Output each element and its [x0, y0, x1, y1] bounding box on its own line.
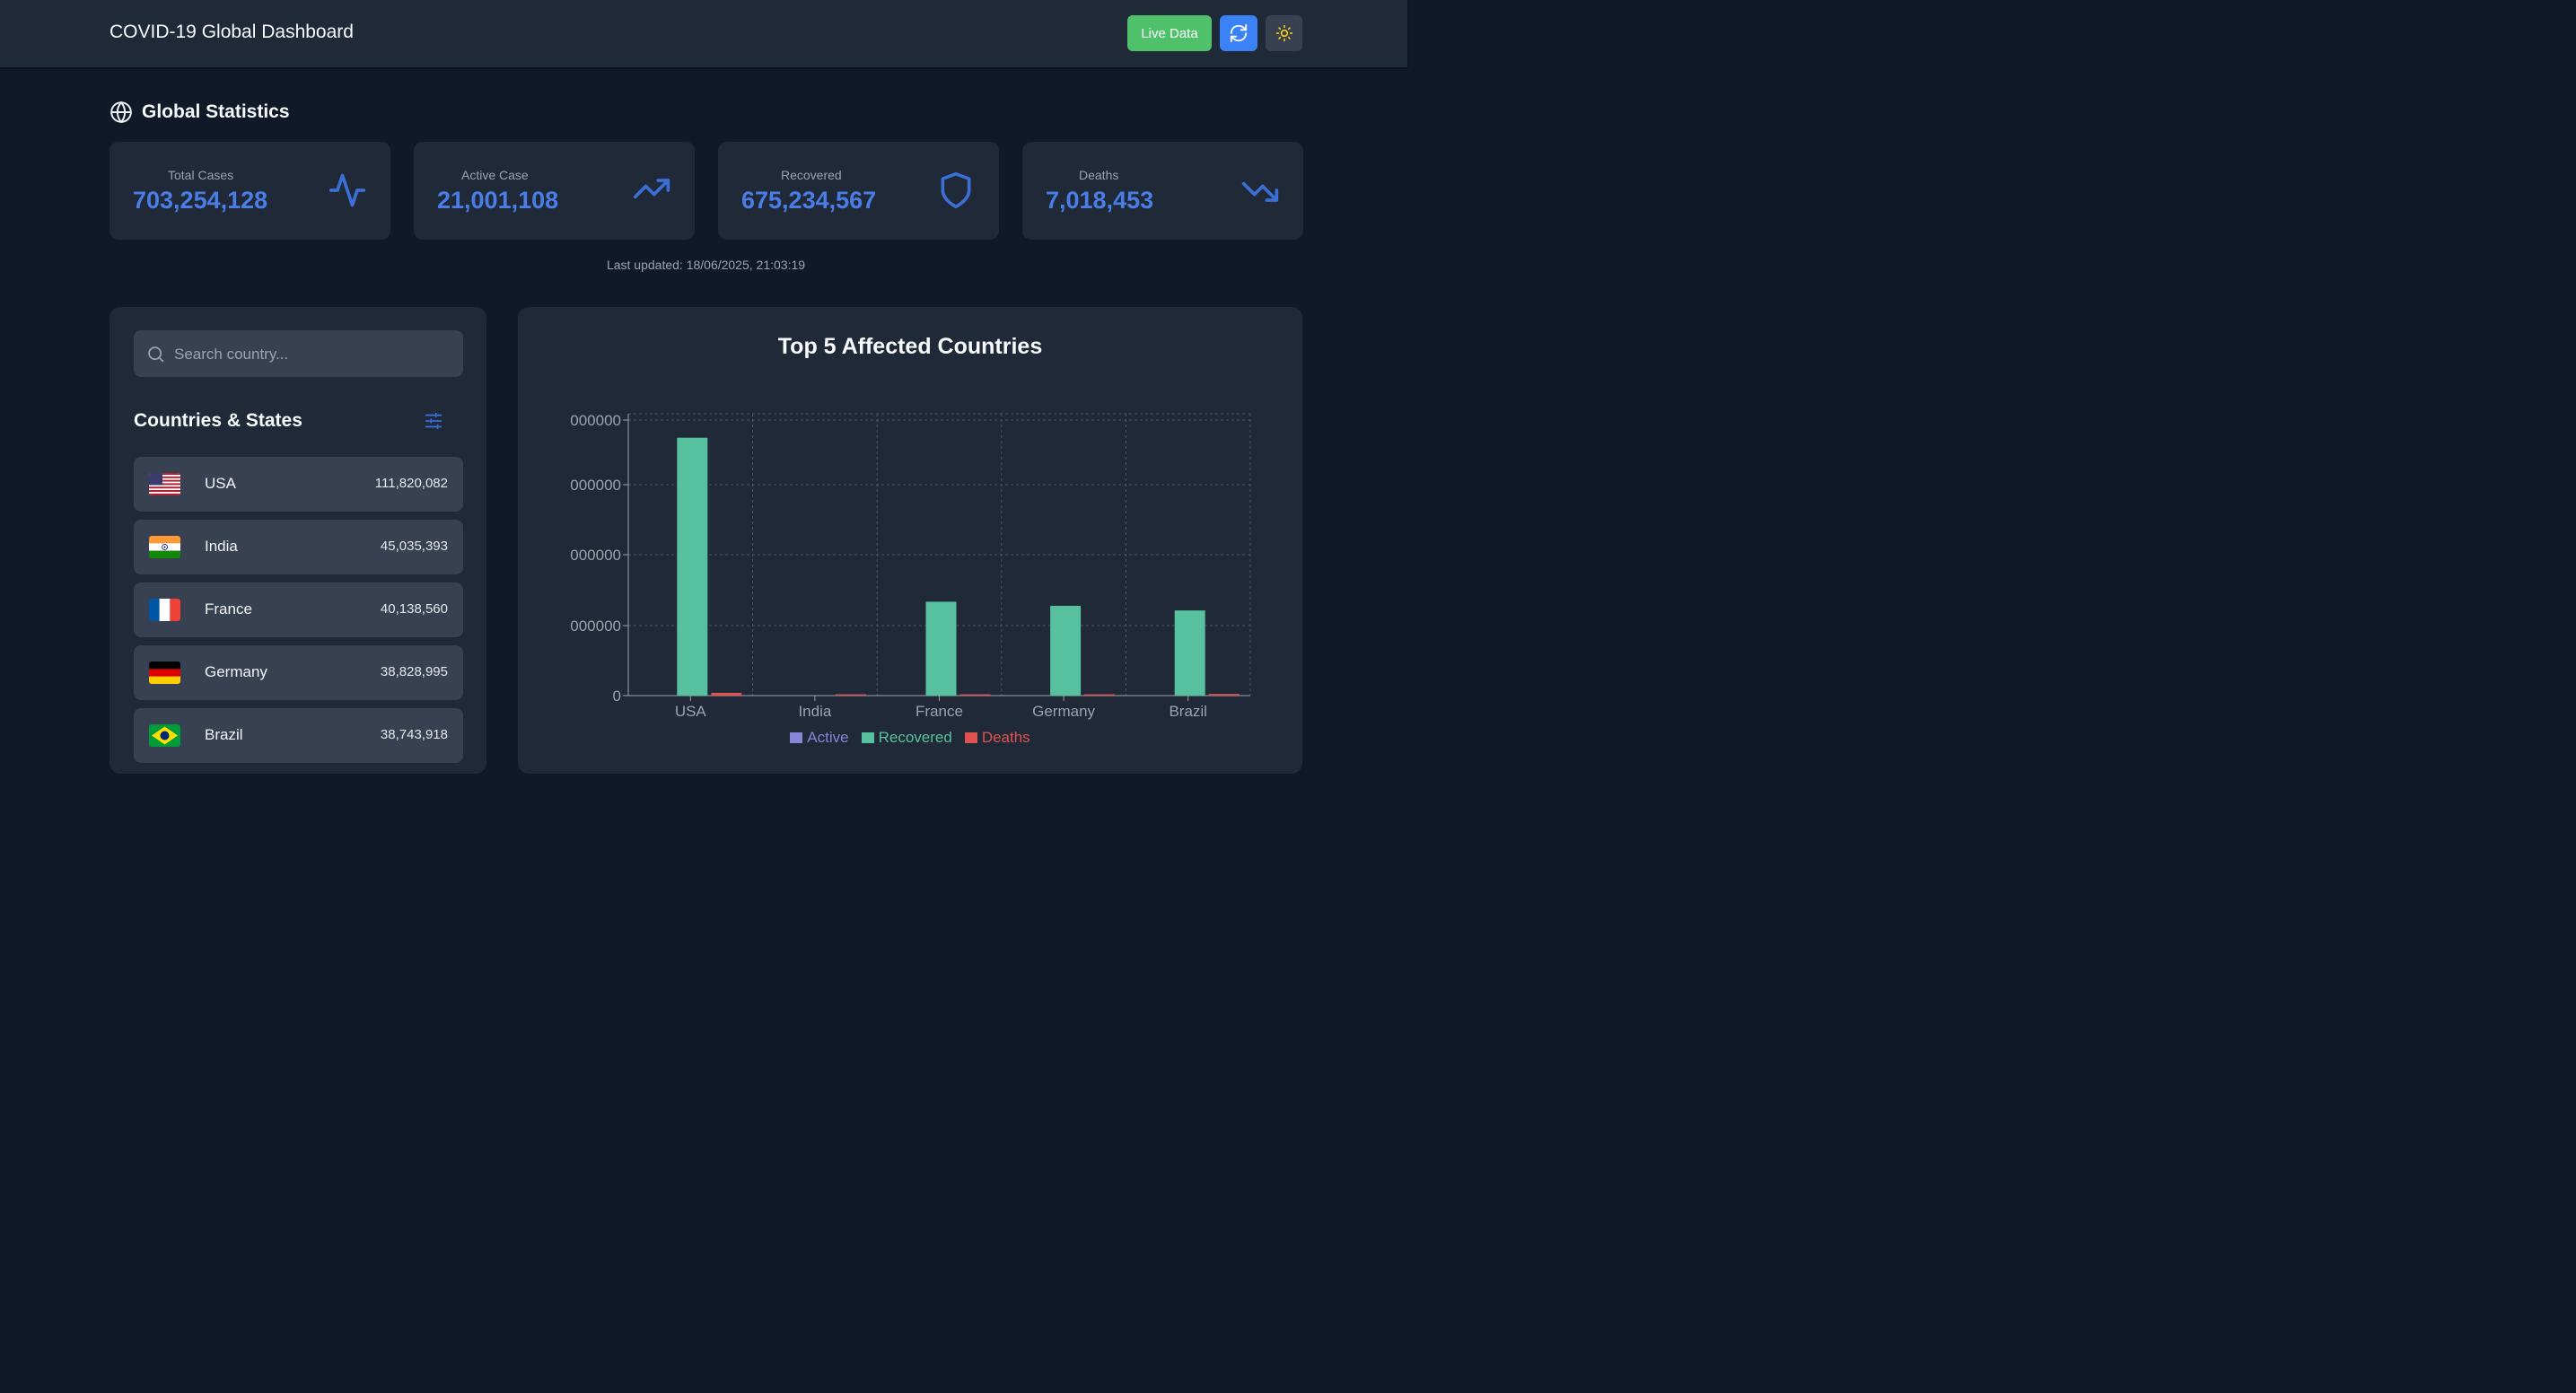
- y-tick-label: 000000: [570, 618, 621, 635]
- sun-icon: [1275, 24, 1292, 42]
- trending-down-icon: [1241, 181, 1279, 202]
- country-count: 40,138,560: [380, 601, 448, 617]
- stat-card-active-cases: Active Case 21,001,108: [414, 142, 695, 240]
- stat-card-recovered: Recovered 675,234,567: [718, 142, 999, 240]
- countries-title: Countries & States: [134, 410, 302, 431]
- legend-swatch: [861, 732, 874, 743]
- country-name: France: [205, 600, 252, 618]
- germany-flag-icon: [149, 661, 180, 684]
- country-count: 38,743,918: [380, 727, 448, 742]
- stat-card-total-cases: Total Cases 703,254,128: [110, 142, 390, 240]
- country-row-usa[interactable]: USA 111,820,082: [134, 457, 463, 512]
- legend-item-deaths[interactable]: Deaths: [964, 729, 1030, 747]
- stat-value: 21,001,108: [437, 187, 559, 214]
- stat-value: 703,254,128: [133, 187, 268, 214]
- global-stats-heading: Global Statistics: [110, 101, 290, 124]
- stat-value: 675,234,567: [741, 187, 877, 214]
- x-tick-label: India: [798, 703, 831, 720]
- x-tick-label: USA: [675, 703, 707, 720]
- bar-recovered-germany: [1050, 605, 1082, 696]
- search-box[interactable]: [134, 330, 463, 379]
- bar-deaths-india: [835, 694, 866, 696]
- legend-label: Deaths: [981, 729, 1030, 746]
- country-row-india[interactable]: India 45,035,393: [134, 520, 463, 574]
- top-header: COVID-19 Global Dashboard Live Data: [0, 0, 1407, 67]
- x-tick-label: Germany: [1032, 703, 1095, 720]
- india-flag-icon: [149, 536, 180, 558]
- theme-toggle-button[interactable]: [1266, 15, 1302, 51]
- legend-label: Recovered: [878, 729, 952, 746]
- last-updated-text: Last updated: 18/06/2025, 21:03:19: [606, 258, 806, 272]
- country-name: Germany: [205, 663, 267, 680]
- refresh-icon: [1230, 23, 1248, 43]
- country-count: 45,035,393: [380, 539, 448, 554]
- us-flag-icon: [149, 473, 180, 495]
- bar-recovered-usa: [677, 437, 708, 696]
- country-count: 111,820,082: [374, 476, 448, 491]
- chart-panel: Top 5 Affected Countries 0 000000 000000 00…: [518, 307, 1302, 774]
- search-icon: [148, 346, 164, 363]
- stat-label: Deaths: [1079, 168, 1119, 182]
- refresh-button[interactable]: [1220, 15, 1257, 51]
- bar-deaths-brazil: [1208, 694, 1240, 696]
- y-tick-label: 000000: [570, 477, 621, 494]
- stat-card-deaths: Deaths 7,018,453: [1022, 142, 1303, 240]
- search-input[interactable]: [172, 330, 454, 379]
- legend-swatch: [790, 732, 803, 743]
- trending-up-icon: [633, 179, 670, 199]
- country-name: USA: [205, 475, 236, 492]
- filter-sliders-icon[interactable]: [424, 411, 443, 431]
- country-row-brazil[interactable]: Brazil 38,743,918: [134, 708, 463, 763]
- legend-swatch: [964, 732, 977, 743]
- globe-icon: [110, 101, 132, 124]
- chart-legend: Active Recovered Deaths: [518, 729, 1302, 747]
- bar-recovered-france: [925, 601, 957, 696]
- country-row-germany[interactable]: Germany 38,828,995: [134, 645, 463, 700]
- bar-deaths-germany: [1084, 694, 1116, 696]
- y-tick-label: 0: [613, 688, 621, 705]
- legend-item-active[interactable]: Active: [790, 729, 849, 747]
- country-name: India: [205, 538, 238, 555]
- stat-value: 7,018,453: [1046, 187, 1154, 214]
- global-stats-title: Global Statistics: [142, 101, 290, 122]
- bar-deaths-usa: [711, 692, 742, 696]
- countries-panel: Countries & States USA 111,820,082 India…: [110, 307, 486, 774]
- shield-icon: [941, 171, 971, 209]
- bar-deaths-france: [959, 694, 991, 696]
- stat-label: Active Case: [461, 168, 529, 182]
- country-name: Brazil: [205, 726, 243, 743]
- activity-icon: [329, 173, 366, 207]
- stat-label: Total Cases: [168, 168, 234, 182]
- y-tick-label: 000000: [570, 412, 621, 429]
- stat-label: Recovered: [781, 168, 842, 182]
- country-row-france[interactable]: France 40,138,560: [134, 583, 463, 637]
- x-tick-label: France: [916, 703, 963, 720]
- legend-label: Active: [807, 729, 849, 746]
- y-tick-label: 000000: [570, 547, 621, 564]
- france-flag-icon: [149, 599, 180, 621]
- app-title: COVID-19 Global Dashboard: [110, 22, 354, 42]
- live-data-button[interactable]: Live Data: [1127, 15, 1212, 51]
- x-tick-label: Brazil: [1169, 703, 1207, 720]
- legend-item-recovered[interactable]: Recovered: [861, 729, 952, 747]
- brazil-flag-icon: [149, 724, 180, 747]
- bar-chart: 0000000000000000000000000USA India France G…: [570, 412, 1251, 720]
- bar-recovered-brazil: [1174, 610, 1205, 696]
- country-count: 38,828,995: [380, 664, 448, 679]
